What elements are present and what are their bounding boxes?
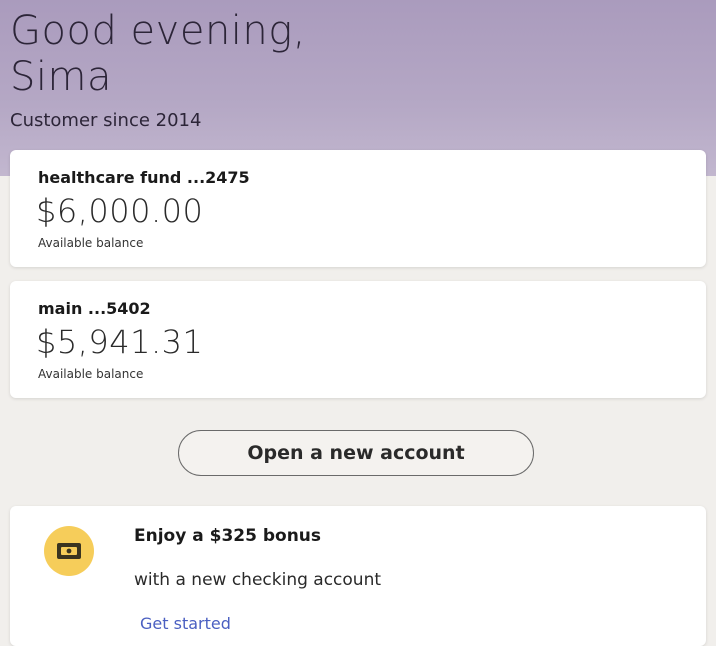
get-started-link[interactable]: Get started: [140, 614, 231, 633]
account-name: healthcare fund ...2475: [38, 168, 250, 187]
account-balance: $6,000.00: [36, 192, 204, 230]
cash-icon: [44, 526, 94, 576]
promo-card: Enjoy a $325 bonus with a new checking a…: [10, 506, 706, 646]
account-card-main[interactable]: main ...5402 $5,941.31 Available balance: [10, 281, 706, 398]
balance-label: Available balance: [38, 236, 144, 250]
greeting-text: Good evening,: [10, 8, 306, 54]
customer-since: Customer since 2014: [10, 110, 202, 131]
account-balance: $5,941.31: [36, 323, 204, 361]
promo-title: Enjoy a $325 bonus: [134, 526, 322, 546]
account-card-healthcare[interactable]: healthcare fund ...2475 $6,000.00 Availa…: [10, 150, 706, 267]
balance-label: Available balance: [38, 367, 144, 381]
open-new-account-button[interactable]: Open a new account: [178, 430, 534, 476]
greeting-title: Good evening, Sima: [10, 8, 610, 100]
promo-subtitle: with a new checking account: [134, 570, 382, 590]
account-name: main ...5402: [38, 299, 151, 318]
customer-name: Sima: [10, 54, 112, 100]
